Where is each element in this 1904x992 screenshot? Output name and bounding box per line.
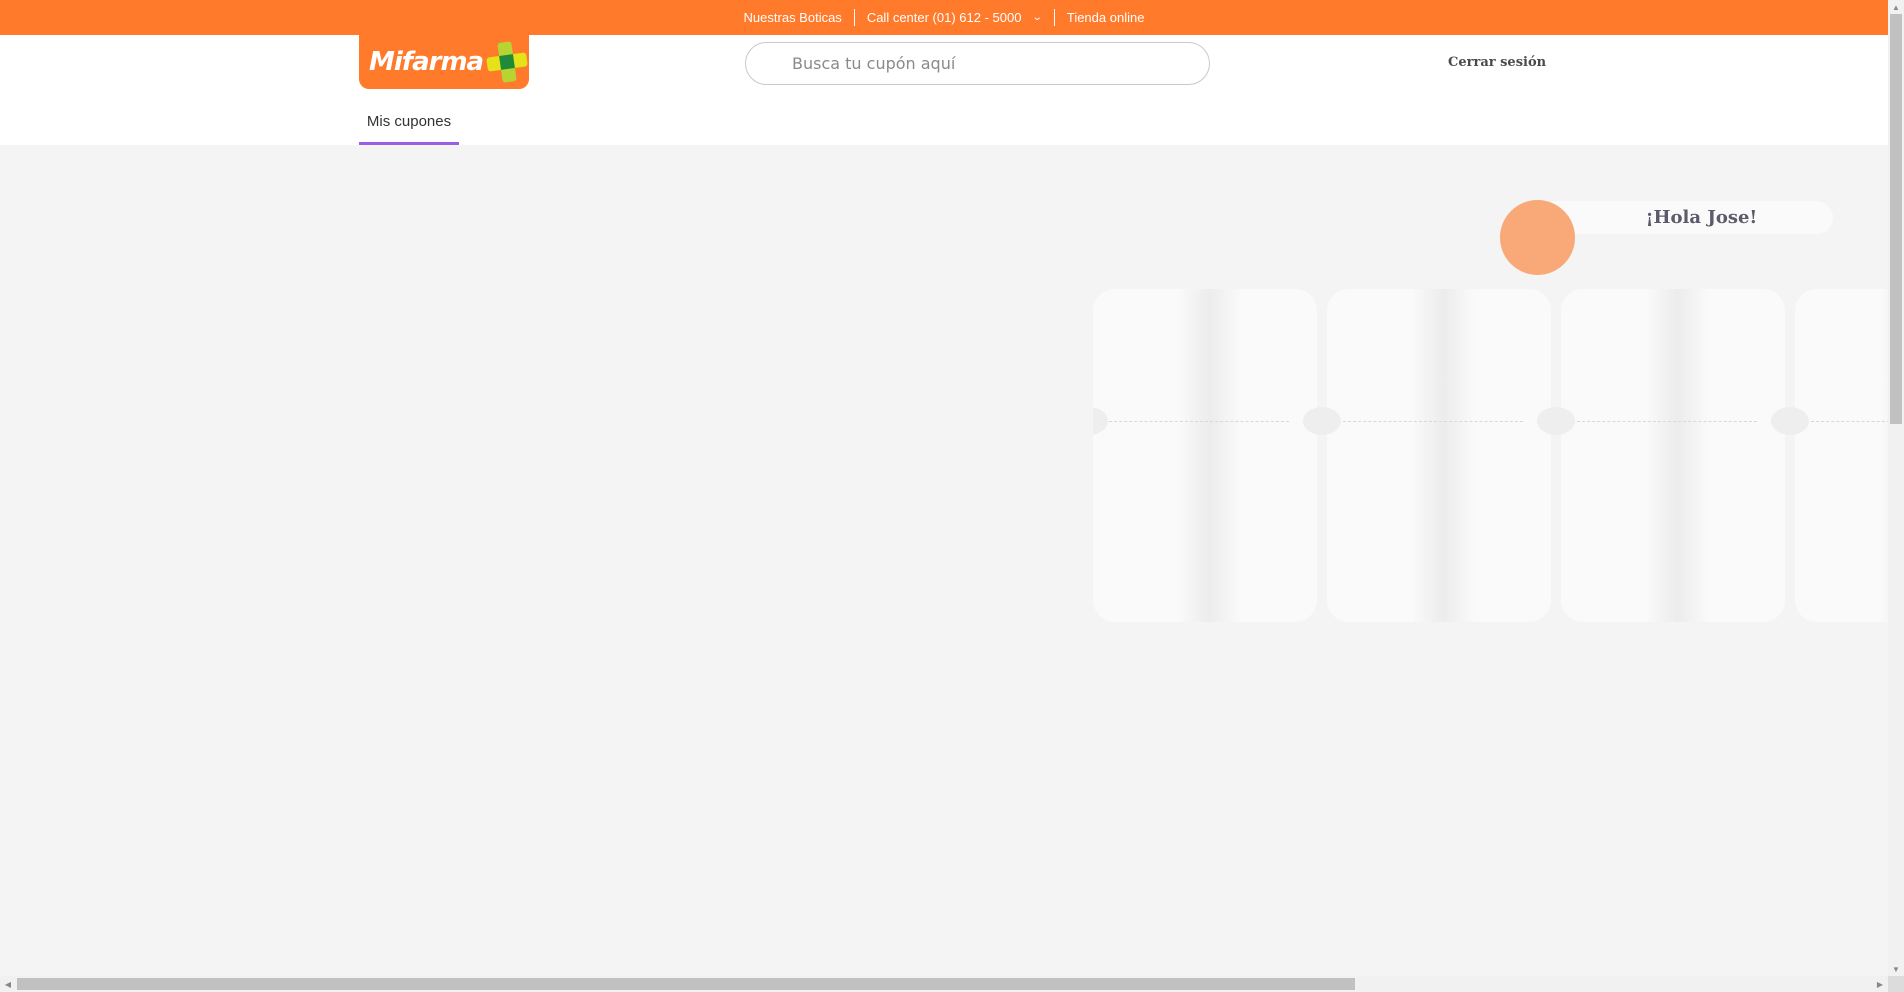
avatar[interactable] [1500,200,1575,275]
scroll-down-icon[interactable]: ▼ [1888,962,1904,976]
scroll-right-icon[interactable]: ▶ [1872,976,1888,992]
online-store-link[interactable]: Tienda online [1055,9,1157,26]
horizontal-scrollbar[interactable]: ◀ ▶ [0,976,1888,992]
ticket-notch [1537,407,1575,435]
header: Mifarma Cerrar sesión Mis cupones [0,35,1888,145]
coupon-card-placeholder [1093,289,1317,622]
coupon-card-placeholder [1561,289,1785,622]
pharmacy-cross-icon [485,39,530,84]
scroll-up-icon[interactable]: ▲ [1888,0,1904,14]
tab-label: Mis cupones [366,113,452,130]
ticket-notch [1771,407,1809,435]
callcenter-label: Call center (01) 612 - 5000 [866,10,1022,25]
stores-link[interactable]: Nuestras Boticas [732,9,854,26]
coupon-list [1093,289,1888,624]
divider [1577,421,1757,422]
online-store-label: Tienda online [1066,10,1145,25]
vertical-scrollbar[interactable]: ▲ ▼ [1888,0,1904,976]
logo-wordmark: Mifarma [369,47,484,77]
search-box[interactable] [745,42,1210,85]
divider [1109,421,1289,422]
scroll-left-icon[interactable]: ◀ [0,976,16,992]
scrollbar-corner [1888,976,1904,992]
search-input[interactable] [790,53,1170,74]
top-bar: Nuestras Boticas Call center (01) 612 - … [0,0,1888,35]
scrollbar-thumb[interactable] [17,978,1355,990]
divider [1343,421,1523,422]
logout-button[interactable]: Cerrar sesión [1448,55,1546,70]
coupon-card-placeholder [1795,289,1888,622]
mifarma-logo[interactable]: Mifarma [359,35,529,89]
ticket-notch [1303,407,1341,435]
chevron-down-icon: ⌄ [1032,12,1044,23]
stores-link-label: Nuestras Boticas [743,10,842,25]
user-greeting: ¡Hola Jose! [1500,200,1833,275]
greeting-text: ¡Hola Jose! [1540,201,1833,234]
tab-mis-cupones[interactable]: Mis cupones [359,105,459,145]
coupon-card-placeholder [1327,289,1551,622]
scrollbar-thumb[interactable] [1890,14,1902,424]
divider [1811,421,1888,422]
callcenter-dropdown[interactable]: Call center (01) 612 - 5000 ⌄ [855,9,1054,26]
